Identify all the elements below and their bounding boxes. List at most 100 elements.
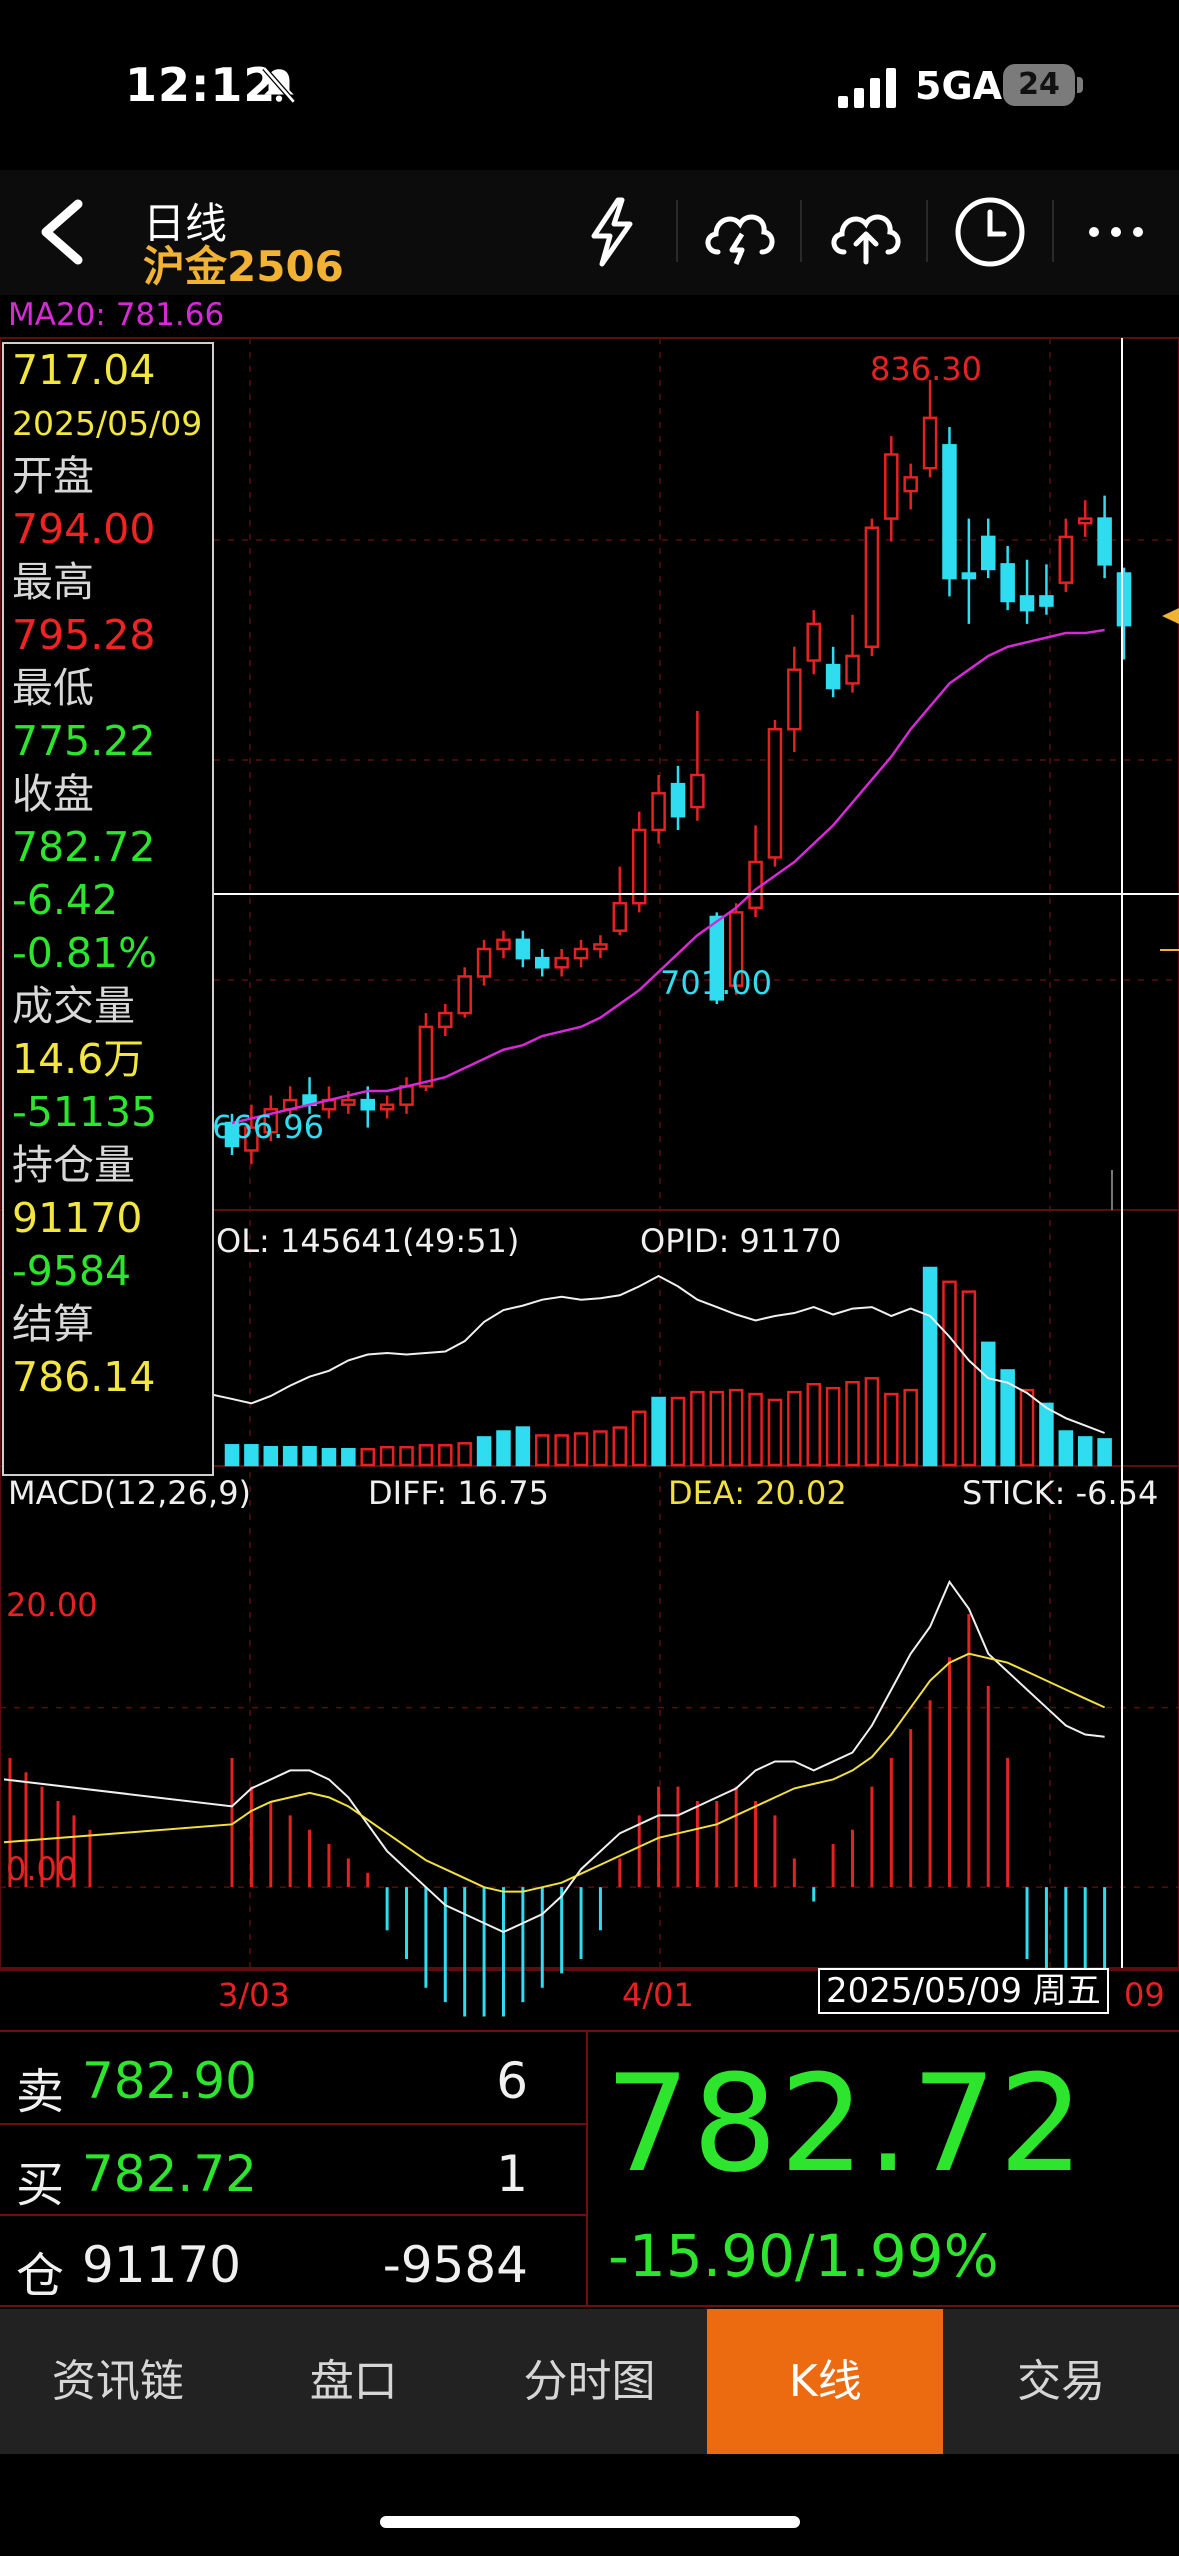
- open-value: 794.00: [12, 505, 156, 553]
- volume-bar: [224, 1444, 240, 1467]
- buy-row[interactable]: 买 782.72 1: [0, 2123, 588, 2214]
- volume-bar: [457, 1442, 472, 1467]
- tab-kline[interactable]: K线: [707, 2309, 944, 2454]
- home-bar-area: [0, 2454, 1179, 2556]
- sell-row[interactable]: 卖 782.90 6: [0, 2032, 588, 2123]
- lightning-icon[interactable]: [570, 190, 654, 274]
- ma20-line: [231, 628, 1105, 1125]
- high-label: 最高: [12, 558, 94, 606]
- candle-body: [980, 535, 996, 571]
- volume-bar: [438, 1444, 453, 1467]
- network-label: 5GA: [915, 64, 1003, 108]
- sell-label: 卖: [16, 2064, 65, 2120]
- current-price-marker: [1162, 608, 1179, 624]
- volume-bar: [321, 1447, 337, 1467]
- more-icon[interactable]: [1074, 190, 1158, 274]
- candle-body: [360, 1098, 376, 1111]
- x-tick-end: 09: [1124, 1976, 1165, 2014]
- volume-label: OL: 145641(49:51): [216, 1222, 520, 1260]
- crosshair-info-panel: 717.04 2025/05/09 开盘 794.00 最高 795.28 最低…: [2, 342, 214, 1476]
- candle-body: [670, 782, 686, 818]
- candle-body: [418, 1025, 434, 1088]
- position-row: 仓 91170 -9584: [0, 2214, 588, 2305]
- header: 日线 沪金2506: [0, 170, 1179, 295]
- last-price: 782.72: [605, 2046, 1086, 2202]
- clock-icon[interactable]: [948, 190, 1032, 274]
- volume-bar: [418, 1444, 434, 1467]
- volume-bar: [961, 1290, 977, 1467]
- back-chevron-icon[interactable]: [28, 192, 98, 272]
- low-price-label: 666.96: [212, 1108, 324, 1146]
- volume-bar: [1019, 1388, 1035, 1467]
- cloud-upload-icon[interactable]: [822, 190, 906, 274]
- candle-body: [845, 654, 860, 685]
- position-value: 91170: [82, 2236, 242, 2294]
- volume-bar: [554, 1434, 569, 1467]
- price-change: -15.90/1.99%: [608, 2222, 999, 2290]
- candle-body: [651, 792, 666, 832]
- volume-bar: [845, 1381, 860, 1467]
- signal-icon: [838, 68, 896, 108]
- volume-bar: [1097, 1438, 1112, 1467]
- candle-body: [748, 860, 763, 910]
- volume-bar: [864, 1377, 880, 1467]
- candle-body: [593, 943, 608, 951]
- buy-volume: 1: [496, 2145, 528, 2203]
- contract-name[interactable]: 沪金2506: [143, 233, 344, 294]
- candle-body: [438, 1011, 453, 1029]
- candle-body: [922, 416, 938, 470]
- candle-body: [573, 947, 589, 960]
- tab-intraday[interactable]: 分时图: [472, 2309, 708, 2454]
- tab-trade[interactable]: 交易: [943, 2309, 1179, 2454]
- candle-body: [1000, 563, 1015, 603]
- volume-bar: [534, 1434, 550, 1467]
- candle-body: [457, 975, 472, 1015]
- candle-body: [884, 453, 899, 520]
- volume-bar: [748, 1392, 763, 1467]
- macd-level-label: 20.00: [6, 1586, 98, 1624]
- volume-bar: [593, 1430, 608, 1467]
- dea-label: DEA: 20.02: [668, 1474, 847, 1512]
- tab-news[interactable]: 资讯链: [0, 2309, 236, 2454]
- volume-bar: [1058, 1430, 1074, 1467]
- candle-body: [767, 727, 783, 859]
- position-change: -9584: [382, 2236, 528, 2294]
- high-price-label: 836.30: [870, 350, 982, 388]
- volume-bar: [573, 1432, 589, 1467]
- volume-bar: [244, 1444, 259, 1467]
- candle-body: [961, 572, 977, 580]
- candle-body: [1039, 595, 1054, 607]
- volume-bar: [612, 1426, 628, 1467]
- volume-bar: [670, 1396, 686, 1467]
- volume-bar: [787, 1390, 802, 1467]
- macd-diff-line: [3, 1579, 1105, 1934]
- volume-bar: [360, 1447, 376, 1467]
- candle-body: [554, 956, 569, 969]
- sell-volume: 6: [496, 2052, 528, 2110]
- volume-bar: [379, 1446, 395, 1467]
- status-bar: 12:12 5GA 24: [0, 0, 1179, 170]
- candle-body: [496, 938, 511, 951]
- volume-bar: [515, 1426, 531, 1467]
- tab-order-book[interactable]: 盘口: [236, 2309, 472, 2454]
- volume-bar: [282, 1446, 298, 1467]
- status-time: 12:12: [125, 58, 277, 112]
- volume-bar: [709, 1390, 725, 1467]
- open-interest-label: 持仓量: [12, 1141, 135, 1189]
- home-indicator[interactable]: [380, 2516, 800, 2528]
- candle-body: [515, 938, 531, 960]
- volume-bar: [922, 1266, 938, 1467]
- macd-dea-line: [3, 1652, 1106, 1893]
- macd-zero-label: 0.00: [6, 1850, 78, 1888]
- crosshair-date: 2025/05/09: [12, 404, 203, 443]
- battery-icon: 24: [1003, 64, 1083, 106]
- low-value: 775.22: [12, 717, 156, 765]
- bell-off-icon: [262, 66, 296, 104]
- stick-label: STICK: -6.54: [962, 1474, 1159, 1512]
- volume-bar: [263, 1446, 279, 1467]
- low-label: 最低: [12, 664, 94, 712]
- cloud-lightning-icon[interactable]: [696, 190, 780, 274]
- x-tick-2: 4/01: [622, 1976, 694, 2014]
- volume-bar: [1039, 1402, 1054, 1467]
- volume-bar: [942, 1280, 957, 1467]
